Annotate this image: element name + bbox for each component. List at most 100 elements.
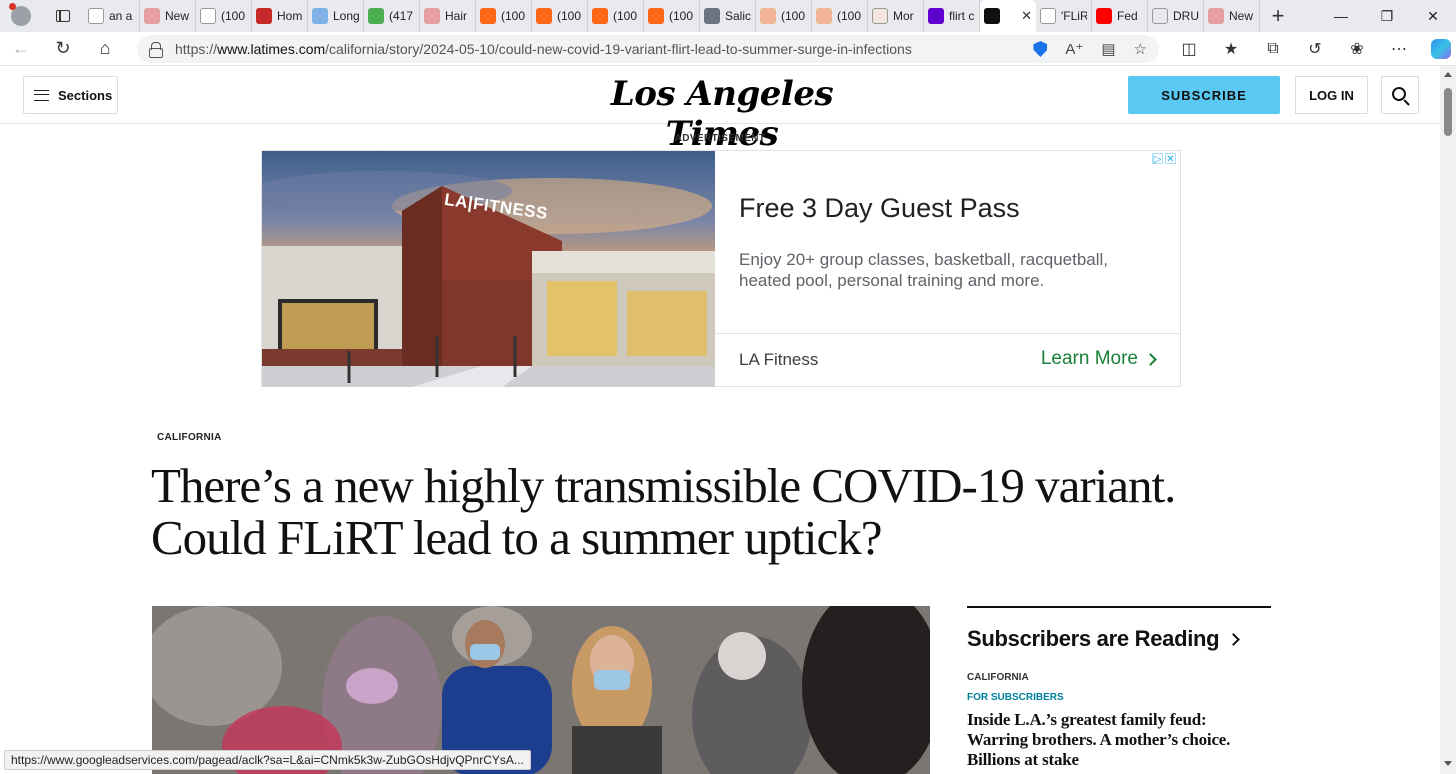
learn-more-button[interactable]: Learn More [1041, 348, 1157, 370]
article-section-link[interactable]: CALIFORNIA [157, 432, 222, 443]
tab-label: Mor [893, 9, 914, 23]
address-bar-icons: A⁺ ▤ ☆ [1033, 40, 1147, 58]
crowd-photo-illustration [152, 606, 930, 774]
scroll-down-icon[interactable] [1444, 761, 1452, 766]
page-scrollbar[interactable] [1440, 66, 1456, 774]
browser-tab[interactable]: (100 [644, 0, 700, 32]
ad-headline[interactable]: Free 3 Day Guest Pass [739, 193, 1020, 224]
favorite-star-icon[interactable]: ☆ [1134, 40, 1147, 58]
tab-label: (100 [501, 9, 526, 23]
browser-tab[interactable]: Long [308, 0, 364, 32]
document-icon [88, 8, 104, 24]
search-icon [1391, 86, 1406, 101]
tab-label: (100 [669, 9, 694, 23]
document-icon [200, 8, 216, 24]
browser-tab[interactable]: Hom [252, 0, 308, 32]
chevron-right-icon [1227, 632, 1241, 646]
ad-body: Enjoy 20+ group classes, basketball, rac… [739, 250, 1109, 290]
window-controls: — ❐ ✕ [1318, 0, 1456, 32]
home-button[interactable]: ⌂ [84, 32, 126, 66]
browser-tab[interactable]: (100 [812, 0, 868, 32]
adchoices[interactable]: ▷ ✕ [1152, 153, 1176, 165]
new-tab-button[interactable]: + [1260, 0, 1296, 32]
url-text[interactable]: https://www.latimes.com/california/story… [175, 41, 1025, 57]
gym-building-illustration [262, 171, 715, 387]
browser-tab[interactable]: (100 [588, 0, 644, 32]
browser-tab[interactable]: Hair [420, 0, 476, 32]
read-aloud-icon[interactable]: A⁺ [1065, 40, 1083, 58]
close-tab-icon[interactable]: ✕ [1021, 8, 1032, 24]
panel-title-link[interactable]: Subscribers are Reading [967, 626, 1271, 652]
back-button[interactable]: ← [0, 32, 42, 66]
browser-tab[interactable]: DRU [1148, 0, 1204, 32]
yahoo-icon [928, 8, 944, 24]
subscribe-button[interactable]: SUBSCRIBE [1128, 76, 1280, 114]
login-button[interactable]: LOG IN [1295, 76, 1368, 114]
tab-label: (100 [557, 9, 582, 23]
tab-label: DRU [1173, 9, 1199, 23]
copilot-icon[interactable] [1431, 39, 1451, 59]
shield-icon[interactable] [1033, 41, 1048, 57]
minimize-button[interactable]: — [1318, 0, 1364, 32]
ad-brand[interactable]: LA Fitness [739, 350, 818, 370]
close-window-button[interactable]: ✕ [1410, 0, 1456, 32]
browser-tab[interactable]: New [1204, 0, 1260, 32]
story-headline-link[interactable]: Inside L.A.’s greatest family feud: Warr… [967, 710, 1271, 770]
extensions-icon[interactable]: ❀ [1336, 39, 1378, 59]
browser-tab[interactable]: an a [84, 0, 140, 32]
scroll-up-icon[interactable] [1444, 72, 1452, 77]
browser-tab[interactable]: 'FLiR [1036, 0, 1092, 32]
tab-label: an a [109, 9, 133, 23]
panel-title: Subscribers are Reading [967, 626, 1220, 651]
tab-label: New [165, 9, 190, 23]
browser-tab[interactable]: New [140, 0, 196, 32]
hamburger-icon [34, 89, 49, 101]
address-bar[interactable]: https://www.latimes.com/california/story… [137, 35, 1159, 63]
substack-icon [648, 8, 664, 24]
restore-button[interactable]: ❐ [1364, 0, 1410, 32]
browser-tab[interactable]: (100 [476, 0, 532, 32]
scroll-thumb[interactable] [1444, 88, 1452, 136]
browser-tab[interactable]: Fed [1092, 0, 1148, 32]
url-path: /california/story/2024-05-10/could-new-c… [325, 41, 912, 57]
browser-tab-strip: an a New (100 Hom Long (417 Hair (100 (100 (100 (1… [0, 0, 1456, 32]
refresh-button[interactable]: ↻ [42, 32, 84, 66]
sections-button[interactable]: Sections [23, 76, 118, 114]
browser-tab[interactable]: Mor [868, 0, 924, 32]
substack-icon [760, 8, 776, 24]
adchoices-icon[interactable]: ▷ [1152, 153, 1163, 165]
browser-tab[interactable]: (100 [756, 0, 812, 32]
tab-label: (100 [781, 9, 806, 23]
browser-tab[interactable]: flirt c [924, 0, 980, 32]
history-icon[interactable]: ↺ [1294, 39, 1336, 59]
advertisement[interactable]: LA|FITNESS ▷ ✕ Free 3 Day Guest Pass Enj… [261, 150, 1181, 387]
panel-divider [967, 606, 1271, 608]
browser-tab[interactable]: Salic [700, 0, 756, 32]
tab-actions-button[interactable] [42, 0, 84, 32]
more-menu-icon[interactable]: ⋯ [1378, 39, 1420, 59]
split-screen-icon[interactable]: ◫ [1168, 39, 1210, 59]
ad-image[interactable]: LA|FITNESS [262, 151, 715, 387]
favorites-icon[interactable]: ★ [1210, 39, 1252, 59]
browser-tab[interactable]: (100 [532, 0, 588, 32]
tab-label: Fed [1117, 9, 1138, 23]
tab-label: 'FLiR [1061, 9, 1087, 23]
web-page: Sections Los Angeles Times SUBSCRIBE LOG… [0, 66, 1440, 774]
profile-button[interactable] [0, 0, 42, 32]
lock-icon[interactable] [149, 42, 163, 58]
collections-icon[interactable]: ⧉ [1252, 40, 1294, 58]
browser-tab[interactable]: (100 [196, 0, 252, 32]
ad-close-icon[interactable]: ✕ [1165, 153, 1176, 165]
tab-label: New [1229, 9, 1254, 23]
tab-label: Long [333, 9, 359, 23]
immersive-reader-icon[interactable]: ▤ [1101, 40, 1115, 58]
drudge-icon [1152, 8, 1168, 24]
substack-icon [592, 8, 608, 24]
browser-tab[interactable]: (417 [364, 0, 420, 32]
toolbar-right-icons: ◫ ★ ⧉ ↺ ❀ ⋯ [1168, 32, 1456, 66]
story-section-link[interactable]: CALIFORNIA [967, 672, 1271, 683]
article-hero-image [152, 606, 930, 774]
search-button[interactable] [1381, 76, 1419, 114]
youtube-icon [1096, 8, 1112, 24]
browser-tab[interactable]: ✕ [980, 0, 1036, 32]
